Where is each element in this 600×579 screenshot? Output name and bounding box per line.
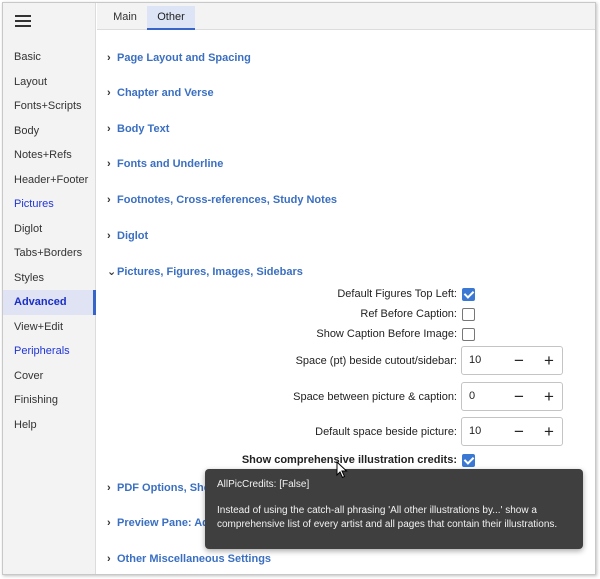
decrement-button[interactable]: −	[505, 418, 533, 445]
section-other-misc[interactable]: › Other Miscellaneous Settings	[107, 550, 271, 568]
sidebar-item-finishing[interactable]: Finishing	[3, 388, 96, 413]
chevron-right-icon: ›	[107, 230, 111, 242]
section-diglot[interactable]: › Diglot	[107, 227, 148, 245]
chevron-right-icon: ›	[107, 123, 111, 135]
section-footnotes[interactable]: › Footnotes, Cross-references, Study Note…	[107, 191, 337, 209]
chevron-down-icon: ⌄	[107, 266, 117, 278]
space-between-picture-caption-label: Space between picture & caption:	[293, 391, 457, 403]
section-label: PDF Options, Show	[117, 482, 220, 494]
section-body-text[interactable]: › Body Text	[107, 120, 169, 138]
default-figures-top-left-checkbox[interactable]	[462, 288, 475, 301]
ref-before-caption-checkbox[interactable]	[462, 308, 475, 321]
space-beside-cutout-label: Space (pt) beside cutout/sidebar:	[295, 355, 457, 367]
tab-bar: Main Other	[97, 3, 595, 30]
sidebar-item-help[interactable]: Help	[3, 413, 96, 438]
section-label: Other Miscellaneous Settings	[117, 553, 272, 565]
default-figures-top-left-label: Default Figures Top Left:	[337, 288, 457, 300]
section-chapter-verse[interactable]: › Chapter and Verse	[107, 84, 214, 102]
chevron-right-icon: ›	[107, 194, 111, 206]
ref-before-caption-label: Ref Before Caption:	[360, 308, 457, 320]
hamburger-menu-icon[interactable]	[15, 15, 31, 29]
show-comprehensive-credits-checkbox[interactable]	[462, 454, 475, 467]
section-pdf-options[interactable]: › PDF Options, Show	[107, 479, 219, 497]
section-label: Chapter and Verse	[117, 87, 214, 99]
sidebar-item-styles[interactable]: Styles	[3, 266, 96, 291]
space-beside-cutout-stepper[interactable]: 10 − +	[461, 346, 563, 375]
sidebar-item-basic[interactable]: Basic	[3, 45, 96, 70]
stepper-value[interactable]: 10	[469, 347, 481, 374]
space-between-picture-caption-stepper[interactable]: 0 − +	[461, 382, 563, 411]
tooltip-body: Instead of using the catch-all phrasing …	[217, 505, 558, 530]
sidebar-item-diglot[interactable]: Diglot	[3, 217, 96, 242]
show-caption-before-image-label: Show Caption Before Image:	[316, 328, 457, 340]
mouse-cursor-icon	[336, 461, 348, 479]
sidebar-item-peripherals[interactable]: Peripherals	[3, 339, 96, 364]
sidebar-item-advanced[interactable]: Advanced	[3, 290, 96, 315]
section-label: Body Text	[117, 123, 170, 135]
sidebar: Basic Layout Fonts+Scripts Body Notes+Re…	[3, 3, 96, 574]
default-space-beside-picture-stepper[interactable]: 10 − +	[461, 417, 563, 446]
section-label: Diglot	[117, 230, 149, 242]
sidebar-item-cover[interactable]: Cover	[3, 364, 96, 389]
sidebar-nav: Basic Layout Fonts+Scripts Body Notes+Re…	[3, 45, 96, 437]
sidebar-item-header-footer[interactable]: Header+Footer	[3, 168, 96, 193]
sidebar-item-layout[interactable]: Layout	[3, 70, 96, 95]
chevron-right-icon: ›	[107, 553, 111, 565]
section-label: Fonts and Underline	[117, 158, 224, 170]
section-label: Footnotes, Cross-references, Study Notes	[117, 194, 338, 206]
stepper-value[interactable]: 0	[469, 383, 475, 410]
section-label: Page Layout and Spacing	[117, 52, 251, 64]
sidebar-item-view-edit[interactable]: View+Edit	[3, 315, 96, 340]
sidebar-item-notes-refs[interactable]: Notes+Refs	[3, 143, 96, 168]
tab-main[interactable]: Main	[103, 6, 147, 30]
increment-button[interactable]: +	[535, 347, 563, 374]
stepper-value[interactable]: 10	[469, 418, 481, 445]
sidebar-item-pictures[interactable]: Pictures	[3, 192, 96, 217]
sidebar-item-tabs-borders[interactable]: Tabs+Borders	[3, 241, 96, 266]
tooltip-title: AllPicCredits: [False]	[217, 479, 310, 490]
increment-button[interactable]: +	[535, 418, 563, 445]
decrement-button[interactable]: −	[505, 347, 533, 374]
tab-other[interactable]: Other	[147, 6, 195, 30]
section-label: Pictures, Figures, Images, Sidebars	[117, 266, 303, 278]
section-page-layout[interactable]: › Page Layout and Spacing	[107, 49, 251, 67]
section-fonts-underline[interactable]: › Fonts and Underline	[107, 155, 223, 173]
chevron-right-icon: ›	[107, 482, 111, 494]
default-space-beside-picture-label: Default space beside picture:	[315, 426, 457, 438]
sidebar-item-body[interactable]: Body	[3, 119, 96, 144]
section-pictures[interactable]: ⌄Pictures, Figures, Images, Sidebars	[107, 263, 303, 281]
show-comprehensive-credits-label: Show comprehensive illustration credits:	[241, 454, 457, 466]
tooltip: AllPicCredits: [False] Instead of using …	[205, 469, 583, 549]
chevron-right-icon: ›	[107, 87, 111, 99]
increment-button[interactable]: +	[535, 383, 563, 410]
decrement-button[interactable]: −	[505, 383, 533, 410]
show-caption-before-image-checkbox[interactable]	[462, 328, 475, 341]
section-preview-pane[interactable]: › Preview Pane: Adju	[107, 514, 219, 532]
section-label: Preview Pane: Adju	[117, 517, 219, 529]
chevron-right-icon: ›	[107, 517, 111, 529]
sidebar-item-fonts-scripts[interactable]: Fonts+Scripts	[3, 94, 96, 119]
chevron-right-icon: ›	[107, 158, 111, 170]
chevron-right-icon: ›	[107, 52, 111, 64]
